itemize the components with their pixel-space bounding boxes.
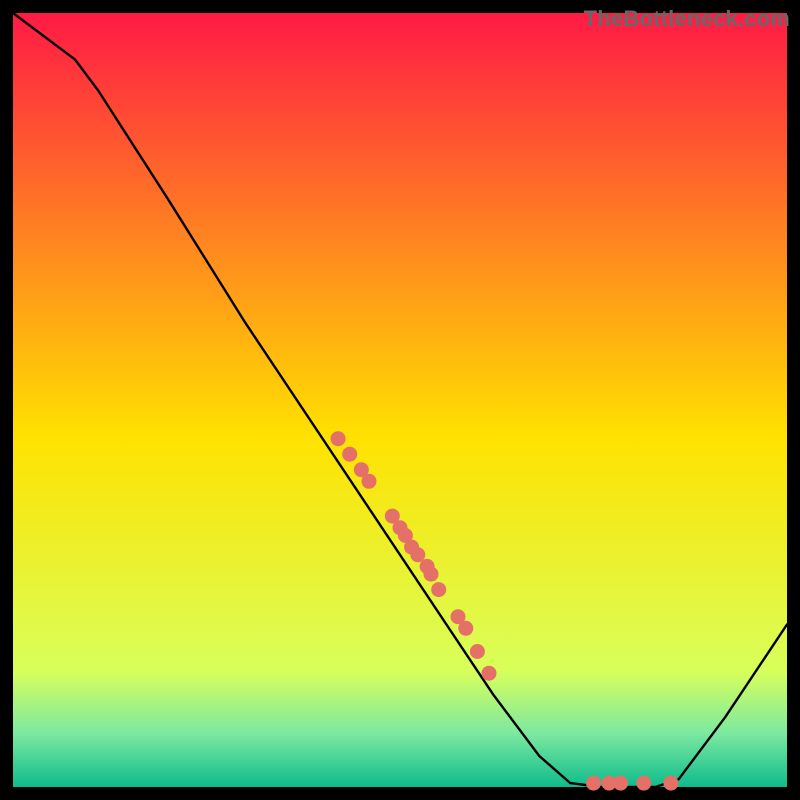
curve-marker (458, 621, 473, 636)
curve-marker (331, 431, 346, 446)
curve-marker (663, 776, 678, 791)
curve-marker (586, 776, 601, 791)
curve-marker (342, 447, 357, 462)
curve-marker (482, 666, 497, 681)
curve-marker (636, 776, 651, 791)
curve-marker (424, 567, 439, 582)
watermark-text: TheBottleneck.com (584, 6, 790, 32)
plot-background (13, 13, 787, 787)
chart-canvas (0, 0, 800, 800)
curve-marker (362, 474, 377, 489)
curve-marker (613, 776, 628, 791)
curve-marker (431, 582, 446, 597)
curve-marker (410, 547, 425, 562)
chart-stage: TheBottleneck.com (0, 0, 800, 800)
curve-marker (470, 644, 485, 659)
